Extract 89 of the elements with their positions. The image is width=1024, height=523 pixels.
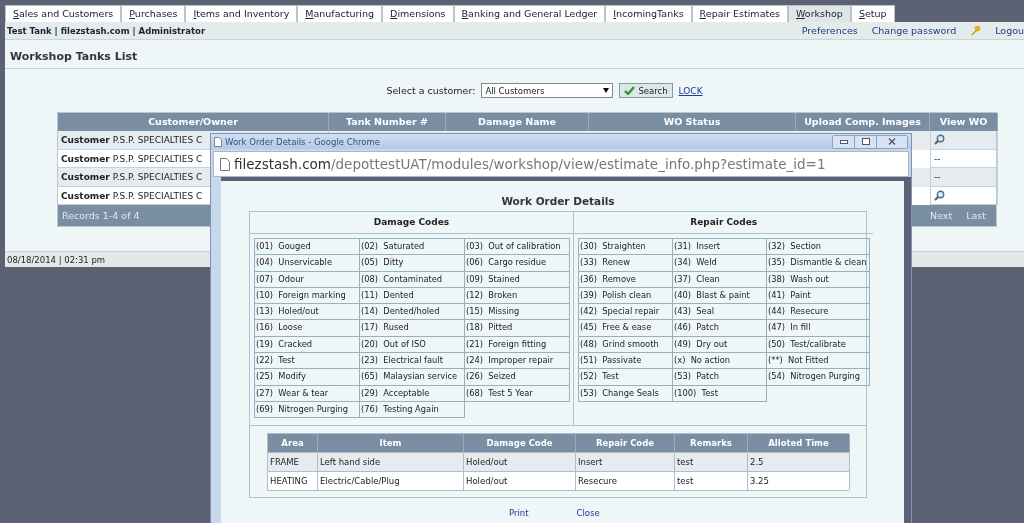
code-cell: (01) Gouged — [254, 238, 360, 256]
code-cell: (35) Dismantle & clean — [766, 254, 871, 272]
menu-tab[interactable]: Manufacturing — [297, 5, 383, 22]
minimize-button[interactable] — [833, 135, 855, 148]
table-cell: Resecure — [576, 471, 675, 491]
user-info: Test Tank | filezstash.com | Administrator — [7, 25, 206, 36]
column-header: Damage Name — [446, 113, 589, 131]
search-button[interactable]: Search — [619, 83, 673, 98]
table-cell: Holed/out — [464, 452, 576, 472]
menu-tab[interactable]: Setup — [850, 5, 895, 22]
table-cell: Holed/out — [464, 471, 576, 491]
code-cell: (15) Missing — [464, 303, 570, 321]
close-button[interactable] — [877, 135, 907, 148]
header-link[interactable]: Change password — [871, 25, 957, 36]
panel-heading: Repair Codes — [574, 212, 874, 234]
table-cell: FRAME — [268, 452, 318, 472]
column-header: Remarks — [675, 434, 748, 453]
code-cell: (18) Pitted — [464, 319, 570, 337]
menu-tab[interactable]: Repair Estimates — [691, 5, 788, 22]
column-header: Customer/Owner — [58, 113, 329, 131]
menu-tab[interactable]: Banking and General Ledger — [453, 5, 606, 22]
code-cell: (53) Change Seals — [578, 384, 673, 402]
magnifier-icon[interactable] — [934, 134, 945, 145]
magnifier-icon[interactable] — [934, 189, 945, 201]
action-link[interactable]: Close — [576, 508, 600, 519]
minimize-icon — [839, 139, 848, 144]
menu-tab[interactable]: Purchases — [121, 5, 186, 22]
code-cell: (21) Foreign fitting — [464, 335, 570, 354]
table-cell: Insert — [576, 452, 675, 472]
page-title: Workshop Tanks List — [5, 40, 1024, 69]
table-cell: HEATING — [268, 471, 318, 491]
code-cell: (30) Straighten — [578, 238, 673, 256]
page-icon — [220, 157, 230, 171]
code-cell: (32) Section — [766, 238, 871, 256]
code-cell: (03) Out of calibration — [464, 238, 570, 256]
table-cell: Electric/Cable/Plug — [318, 471, 464, 491]
menu-tab[interactable]: Dimensions — [382, 5, 454, 22]
code-cell: (41) Paint — [766, 286, 871, 305]
code-cell: (09) Stained — [464, 270, 570, 288]
code-cell: (38) Wash out — [766, 270, 871, 288]
code-cell: (50) Test/calibrate — [766, 335, 871, 354]
action-link[interactable]: Print — [509, 508, 529, 519]
table-cell: 3.25 — [748, 471, 850, 491]
customer-label: Select a customer: — [386, 85, 476, 96]
code-cell: (12) Broken — [464, 286, 570, 305]
code-cell: (44) Resecure — [766, 303, 871, 321]
code-cell: (54) Nitrogen Purging — [766, 368, 871, 386]
menu-tab[interactable]: Items and Inventory — [185, 5, 298, 22]
code-cell: (76) Testing Again — [359, 400, 465, 419]
records-count: Records 1-4 of 4 — [62, 210, 140, 221]
address-field[interactable]: filezstash.com/depottestUAT/modules/workshop/view/estimate_info.php?estimate_id=1 — [213, 151, 909, 177]
key-icon — [970, 25, 982, 36]
header-link[interactable]: Logou — [995, 25, 1024, 36]
checkmark-icon — [624, 86, 636, 95]
code-cell: (**) Not Fitted — [766, 352, 871, 370]
header-link[interactable]: Preferences — [801, 25, 858, 36]
page-icon — [214, 136, 222, 147]
table-cell: -- — [930, 168, 998, 187]
code-cell: (24) Improper repair — [464, 352, 570, 370]
column-header: Upload Comp. Images — [796, 113, 930, 131]
menu-tab[interactable]: Sales and Customers — [5, 5, 122, 22]
dialog-heading: Work Order Details — [500, 194, 616, 209]
panel-heading: Damage Codes — [250, 212, 573, 234]
code-cell: (26) Seized — [464, 368, 570, 386]
lock-link[interactable]: LOCK — [678, 85, 703, 96]
column-header: Area — [268, 434, 318, 453]
customer-select[interactable]: All Customers — [481, 83, 614, 98]
code-cell: (47) In fill — [766, 319, 871, 337]
menu-tab[interactable]: IncomingTanks — [605, 5, 692, 22]
table-cell: test — [675, 471, 748, 491]
column-header: Alloted Time — [748, 434, 850, 453]
column-header: View WO — [930, 113, 998, 131]
close-icon — [888, 138, 896, 145]
code-cell: (100) Test — [672, 384, 767, 402]
column-header: WO Status — [589, 113, 796, 131]
table-cell: 2.5 — [748, 452, 850, 472]
code-cell: (68) Test 5 Year — [464, 384, 570, 402]
table-cell: Left hand side — [318, 452, 464, 472]
column-header: Repair Code — [576, 434, 675, 453]
code-cell: (69) Nitrogen Purging — [254, 400, 360, 419]
column-header: Tank Number # — [329, 113, 446, 131]
column-header: Damage Code — [464, 434, 576, 453]
table-cell: test — [675, 452, 748, 472]
column-header: Item — [318, 434, 464, 453]
menu-tab[interactable]: Workshop — [788, 5, 851, 22]
maximize-button[interactable] — [855, 135, 877, 148]
maximize-icon — [861, 138, 870, 145]
dropdown-icon — [603, 88, 610, 93]
code-cell: (06) Cargo residue — [464, 254, 570, 272]
